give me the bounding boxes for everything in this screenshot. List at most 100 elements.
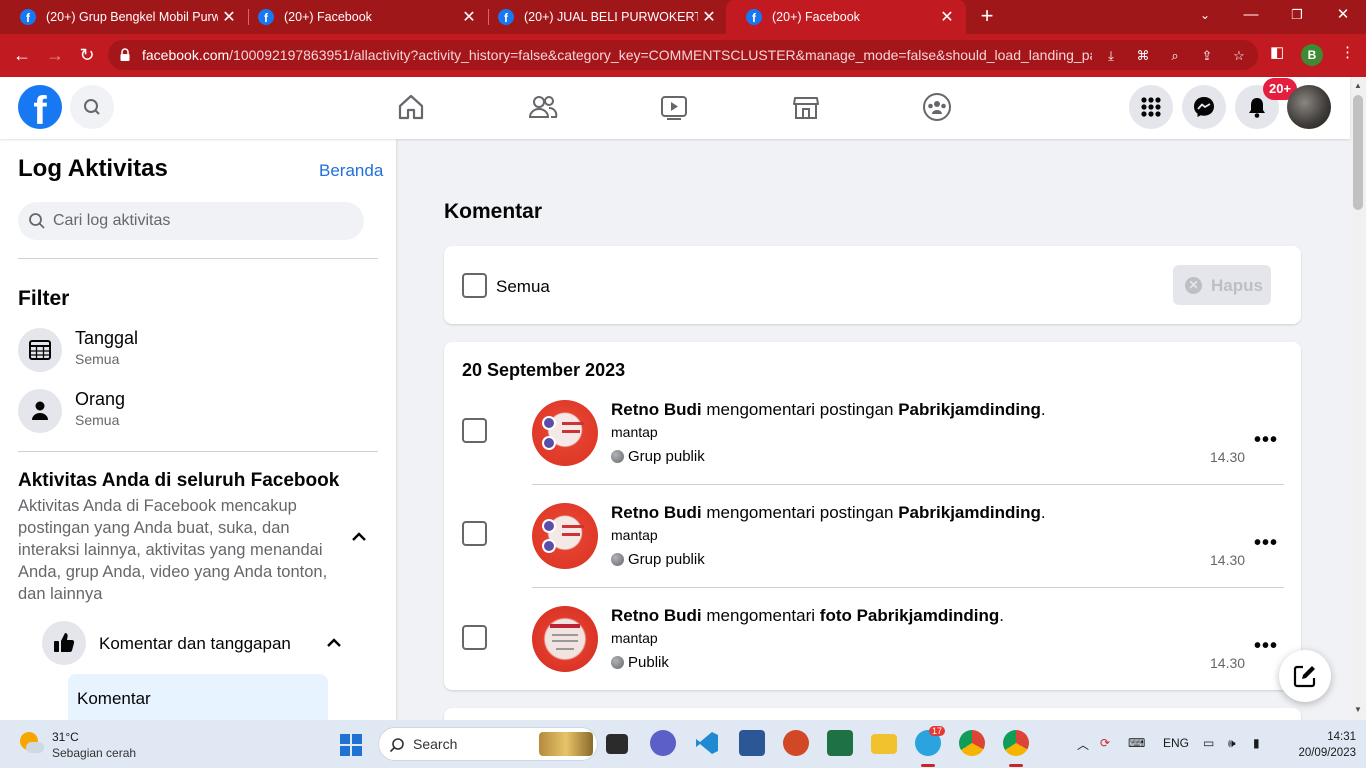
- divider: [18, 451, 378, 452]
- post-thumbnail[interactable]: [532, 400, 598, 466]
- browser-tab-4-active[interactable]: f (20+) Facebook ✕: [726, 0, 966, 34]
- page-scrollbar[interactable]: ▲ ▼: [1350, 77, 1366, 720]
- menu-button[interactable]: [1129, 85, 1173, 129]
- comment-text: mantap: [611, 424, 658, 440]
- chevron-up-icon[interactable]: [324, 633, 344, 653]
- weather-description[interactable]: Sebagian cerah: [52, 746, 136, 760]
- marketplace-icon[interactable]: [791, 92, 821, 122]
- timestamp: 14.30: [1210, 552, 1246, 568]
- chrome-profile-b-icon[interactable]: [1003, 730, 1029, 756]
- close-tab-icon[interactable]: ✕: [218, 7, 240, 27]
- account-avatar[interactable]: [1287, 85, 1331, 129]
- reload-icon[interactable]: ↻: [74, 42, 100, 68]
- share-icon[interactable]: ⇪: [1197, 46, 1217, 66]
- item-checkbox[interactable]: [462, 418, 487, 443]
- scroll-down-arrow-icon[interactable]: ▼: [1354, 705, 1362, 714]
- photo-thumbnail[interactable]: [532, 606, 598, 672]
- volume-icon[interactable]: 🕪: [1228, 736, 1236, 751]
- messenger-button[interactable]: [1182, 85, 1226, 129]
- chrome-profile-avatar[interactable]: B: [1301, 44, 1323, 66]
- taskbar-search[interactable]: Search: [378, 727, 598, 761]
- weather-temperature[interactable]: 31°C: [52, 730, 79, 744]
- new-message-button[interactable]: [1279, 650, 1331, 702]
- zoom-icon[interactable]: ⌕: [1165, 46, 1185, 66]
- close-window-button[interactable]: ✕: [1320, 0, 1366, 34]
- minimize-button[interactable]: —: [1228, 0, 1274, 34]
- timestamp: 14.30: [1210, 449, 1246, 465]
- post-thumbnail[interactable]: [532, 503, 598, 569]
- sync-icon[interactable]: ⟳: [1100, 736, 1110, 750]
- home-link[interactable]: Beranda: [319, 161, 383, 181]
- item-checkbox[interactable]: [462, 521, 487, 546]
- more-options-icon[interactable]: •••: [1254, 532, 1278, 555]
- activity-text[interactable]: Retno Budi mengomentari postingan Pabrik…: [611, 503, 1046, 523]
- filter-date[interactable]: Tanggal Semua: [18, 328, 378, 374]
- bookmark-star-icon[interactable]: ☆: [1229, 46, 1249, 66]
- restore-button[interactable]: ❐: [1274, 0, 1320, 34]
- facebook-search-button[interactable]: [70, 85, 114, 129]
- telegram-icon[interactable]: 17: [915, 726, 946, 756]
- windows-taskbar: 31°C Sebagian cerah Search 17 ︿ ⟳ ⌨ ENG …: [0, 720, 1366, 768]
- timestamp: 14.30: [1210, 655, 1246, 671]
- tab-strip: f (20+) Grup Bengkel Mobil Purwo ✕ f (20…: [0, 0, 1366, 34]
- select-all-checkbox[interactable]: [462, 273, 487, 298]
- scroll-up-arrow-icon[interactable]: ▲: [1354, 81, 1362, 90]
- watch-video-icon[interactable]: [659, 92, 689, 122]
- chrome-icon[interactable]: [959, 730, 985, 756]
- vscode-icon[interactable]: [694, 730, 720, 756]
- more-options-icon[interactable]: •••: [1254, 635, 1278, 658]
- tab-search-chevron-icon[interactable]: ⌄: [1182, 0, 1228, 34]
- chrome-menu-icon[interactable]: ⋮: [1340, 43, 1355, 61]
- facebook-favicon-icon: f: [746, 9, 762, 25]
- browser-tab-2[interactable]: f (20+) Facebook ✕: [238, 0, 488, 34]
- translate-icon[interactable]: ⌘: [1133, 46, 1153, 66]
- more-options-icon[interactable]: •••: [1254, 429, 1278, 452]
- close-circle-icon: ✕: [1185, 277, 1202, 294]
- word-icon[interactable]: [739, 730, 765, 756]
- friends-icon[interactable]: [528, 92, 558, 122]
- person-icon: [18, 389, 62, 433]
- filter-people[interactable]: Orang Semua: [18, 389, 378, 435]
- scrollbar-thumb[interactable]: [1353, 95, 1363, 210]
- chevron-up-icon[interactable]: [349, 527, 369, 547]
- delete-button[interactable]: ✕ Hapus: [1173, 265, 1271, 305]
- download-icon[interactable]: ⤓: [1101, 46, 1121, 66]
- back-arrow-icon[interactable]: ←: [9, 42, 35, 68]
- excel-icon[interactable]: [827, 730, 853, 756]
- language-indicator[interactable]: ENG: [1163, 736, 1189, 750]
- address-bar[interactable]: facebook.com/100092197863951/allactivity…: [108, 40, 1258, 70]
- side-panel-icon[interactable]: ◧: [1270, 43, 1284, 61]
- battery-icon[interactable]: ▮: [1253, 736, 1260, 750]
- sidebar-item-komentar[interactable]: Komentar: [68, 674, 328, 720]
- weather-sun-icon[interactable]: [18, 730, 44, 756]
- show-hidden-icons-chevron-icon[interactable]: ︿: [1077, 736, 1089, 753]
- teams-chat-icon[interactable]: [650, 730, 676, 756]
- compose-icon: [1293, 665, 1316, 688]
- new-tab-button[interactable]: +: [976, 4, 998, 30]
- file-explorer-icon[interactable]: [871, 734, 897, 754]
- close-tab-icon[interactable]: ✕: [698, 7, 720, 27]
- activity-text[interactable]: Retno Budi mengomentari foto Pabrikjamdi…: [611, 606, 1004, 626]
- windows-start-icon[interactable]: [339, 733, 363, 757]
- taskbar-clock[interactable]: 14:31 20/09/2023: [1298, 729, 1356, 761]
- page-title: Komentar: [444, 200, 543, 223]
- close-tab-icon[interactable]: ✕: [936, 7, 958, 27]
- comment-text: mantap: [611, 630, 658, 646]
- item-checkbox[interactable]: [462, 625, 487, 650]
- keyboard-icon[interactable]: ⌨: [1128, 736, 1145, 750]
- forward-arrow-icon[interactable]: →: [42, 42, 68, 68]
- tab-title: (20+) JUAL BELI PURWOKERTO | (: [524, 10, 698, 24]
- home-icon[interactable]: [396, 92, 426, 122]
- app-running-indicator: [1009, 764, 1023, 767]
- task-view-icon[interactable]: [606, 734, 628, 754]
- network-icon[interactable]: ▭: [1203, 736, 1214, 750]
- browser-tab-3[interactable]: f (20+) JUAL BELI PURWOKERTO | ( ✕: [478, 0, 728, 34]
- activity-search-input[interactable]: Cari log aktivitas: [18, 202, 364, 240]
- close-tab-icon[interactable]: ✕: [458, 7, 480, 27]
- taskbar-search-label: Search: [413, 736, 458, 752]
- groups-icon[interactable]: [922, 92, 952, 122]
- facebook-logo-icon[interactable]: f: [18, 85, 62, 129]
- activity-text[interactable]: Retno Budi mengomentari postingan Pabrik…: [611, 400, 1046, 420]
- powerpoint-icon[interactable]: [783, 730, 809, 756]
- browser-tab-1[interactable]: f (20+) Grup Bengkel Mobil Purwo ✕: [0, 0, 248, 34]
